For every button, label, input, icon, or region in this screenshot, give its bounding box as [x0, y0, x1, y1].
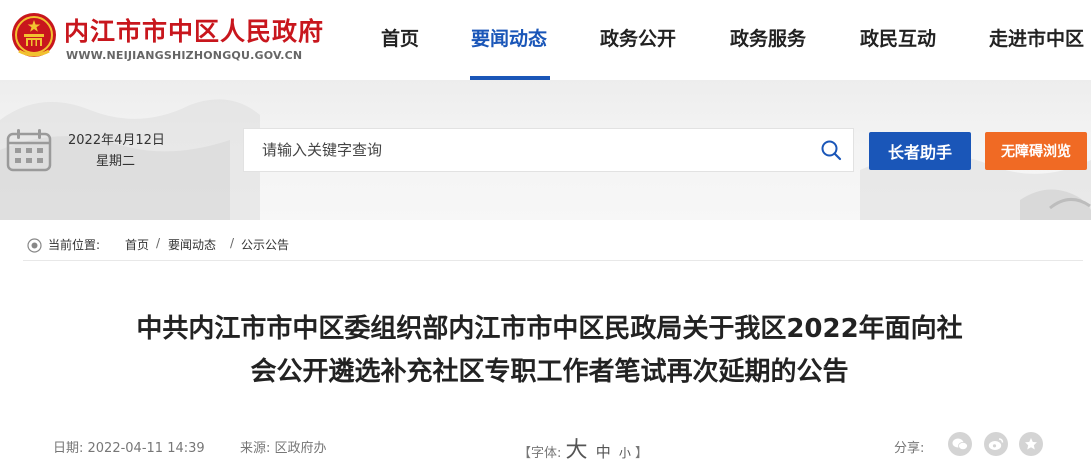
- nav-item-news[interactable]: 要闻动态: [471, 24, 547, 51]
- favorite-icon[interactable]: [1019, 432, 1043, 456]
- elder-assistant-button[interactable]: 长者助手: [869, 132, 971, 170]
- breadcrumb-home[interactable]: 首页: [125, 236, 149, 253]
- share-label: 分享:: [894, 441, 925, 456]
- breadcrumb-news[interactable]: 要闻动态: [168, 236, 216, 253]
- font-size-small[interactable]: 小: [619, 446, 631, 460]
- search-icon: [821, 140, 842, 161]
- nav-item-gov-services[interactable]: 政务服务: [730, 24, 806, 51]
- article-title: 中共内江市市中区委组织部内江市市中区民政局关于我区2022年面向社 会公开遴选补…: [8, 308, 1091, 394]
- nav-item-gov-affairs[interactable]: 政务公开: [600, 24, 676, 51]
- publish-date: 日期: 2022-04-11 14:39: [53, 441, 205, 456]
- font-label-close: 】: [635, 446, 649, 461]
- main-nav: 首页 要闻动态 政务公开 政务服务 政民互动 走进市中区: [0, 0, 1091, 80]
- font-size-large[interactable]: 大: [566, 438, 588, 461]
- site-header: 内江市市中区人民政府 WWW.NEIJIANGSHIZHONGQU.GOV.CN…: [0, 0, 1091, 80]
- font-label-open: 【字体:: [518, 446, 562, 461]
- font-size-control: 【字体: 大 中 小 】: [518, 432, 648, 461]
- search-input[interactable]: [262, 129, 802, 171]
- breadcrumb: 当前位置: 首页 / 要闻动态 / 公示公告: [23, 231, 1083, 261]
- current-weekday: 星期二: [96, 154, 136, 169]
- breadcrumb-label: 当前位置:: [48, 238, 101, 252]
- article-title-line-2: 会公开遴选补充社区专职工作者笔试再次延期的公告: [250, 357, 849, 387]
- font-size-medium[interactable]: 中: [596, 443, 611, 461]
- breadcrumb-separator: /: [156, 236, 161, 250]
- nav-item-home[interactable]: 首页: [381, 24, 419, 51]
- nav-item-about[interactable]: 走进市中区: [989, 24, 1084, 51]
- article-title-line-1: 中共内江市市中区委组织部内江市市中区民政局关于我区2022年面向社: [136, 314, 963, 344]
- search-box: [243, 128, 854, 172]
- wechat-icon[interactable]: [948, 432, 972, 456]
- banner: 2022年4月12日 星期二 长者助手 无障碍浏览: [0, 80, 1091, 220]
- article-panel: 当前位置: 首页 / 要闻动态 / 公示公告 中共内江市市中区委组织部内江市市中…: [8, 222, 1091, 461]
- weibo-icon[interactable]: [984, 432, 1008, 456]
- calendar-icon: [6, 129, 52, 172]
- accessibility-button[interactable]: 无障碍浏览: [985, 132, 1087, 170]
- breadcrumb-separator: /: [230, 236, 235, 250]
- article-source: 来源: 区政府办: [240, 441, 327, 456]
- breadcrumb-notice[interactable]: 公示公告: [241, 236, 289, 253]
- nav-item-interaction[interactable]: 政民互动: [860, 24, 936, 51]
- current-date: 2022年4月12日: [68, 133, 165, 148]
- location-icon: [27, 238, 42, 253]
- search-button[interactable]: [809, 129, 853, 171]
